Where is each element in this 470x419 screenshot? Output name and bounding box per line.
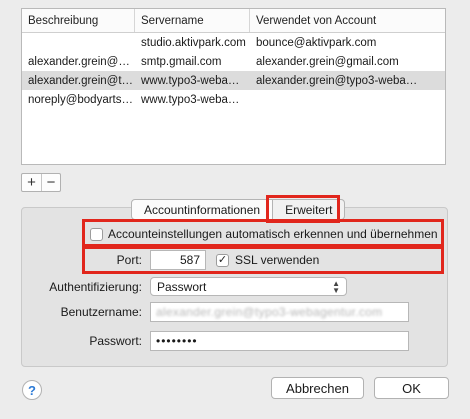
auth-select[interactable]: Passwort ▲ ▼: [150, 277, 347, 296]
auto-settings-checkbox[interactable]: [90, 227, 103, 241]
cell-description: noreply@bodyarts…: [28, 93, 133, 106]
auth-row: Authentifizierung: Passwort ▲ ▼: [22, 277, 347, 296]
port-field[interactable]: 587: [150, 250, 206, 270]
add-server-button[interactable]: +: [22, 174, 41, 191]
cell-servername: smtp.gmail.com: [141, 55, 222, 68]
ssl-label: SSL verwenden: [235, 253, 320, 267]
chevron-updown-icon: ▲ ▼: [332, 278, 340, 295]
password-field[interactable]: ••••••••: [150, 331, 409, 351]
table-row[interactable]: studio.aktivpark.com bounce@aktivpark.co…: [22, 33, 445, 52]
username-label: Benutzername:: [60, 305, 142, 319]
add-remove-control: + −: [21, 173, 61, 192]
cell-servername: www.typo3-weba…: [141, 93, 240, 106]
column-header-account[interactable]: Verwendet von Account: [250, 9, 445, 32]
username-row: Benutzername: alexander.grein@typo3-weba…: [22, 302, 409, 322]
table-header: Beschreibung Servername Verwendet von Ac…: [22, 9, 445, 33]
auth-label: Authentifizierung:: [49, 279, 142, 294]
tab-bar: Accountinformationen Erweitert: [131, 199, 346, 220]
cell-account: alexander.grein@typo3-weba…: [256, 74, 418, 87]
tab-accountinformationen[interactable]: Accountinformationen: [131, 199, 274, 220]
cancel-button[interactable]: Abbrechen: [271, 377, 364, 399]
cell-servername: studio.aktivpark.com: [141, 36, 246, 49]
ssl-checkbox[interactable]: ✓: [216, 253, 229, 267]
help-button[interactable]: ?: [22, 380, 42, 400]
cell-description: alexander.grein@g…: [28, 55, 135, 68]
table-row-selected[interactable]: alexander.grein@t… www.typo3-weba… alexa…: [22, 71, 445, 90]
auth-select-value: Passwort: [157, 279, 207, 294]
ok-button[interactable]: OK: [374, 377, 449, 399]
column-header-beschreibung[interactable]: Beschreibung: [22, 9, 135, 32]
tab-erweitert[interactable]: Erweitert: [273, 199, 346, 220]
auto-settings-label: Accounteinstellungen automatisch erkenne…: [108, 227, 438, 241]
table-row[interactable]: alexander.grein@g… smtp.gmail.com alexan…: [22, 52, 445, 71]
username-field[interactable]: alexander.grein@typo3-webagentur.com: [150, 302, 409, 322]
password-label: Passwort:: [89, 334, 142, 348]
username-value: alexander.grein@typo3-webagentur.com: [156, 305, 383, 319]
cell-servername: www.typo3-weba…: [141, 74, 240, 87]
cell-description: alexander.grein@t…: [28, 74, 134, 87]
column-header-servername[interactable]: Servername: [135, 9, 250, 32]
table-row[interactable]: noreply@bodyarts… www.typo3-weba…: [22, 90, 445, 109]
cell-account: bounce@aktivpark.com: [256, 36, 377, 49]
port-row: Port: 587 ✓ SSL verwenden: [86, 249, 442, 271]
smtp-server-table: Beschreibung Servername Verwendet von Ac…: [21, 8, 446, 165]
cell-account: alexander.grein@gmail.com: [256, 55, 399, 68]
remove-server-button[interactable]: −: [41, 174, 60, 191]
auto-settings-row[interactable]: Accounteinstellungen automatisch erkenne…: [90, 227, 438, 241]
password-row: Passwort: ••••••••: [22, 331, 409, 351]
port-label: Port:: [116, 253, 142, 267]
